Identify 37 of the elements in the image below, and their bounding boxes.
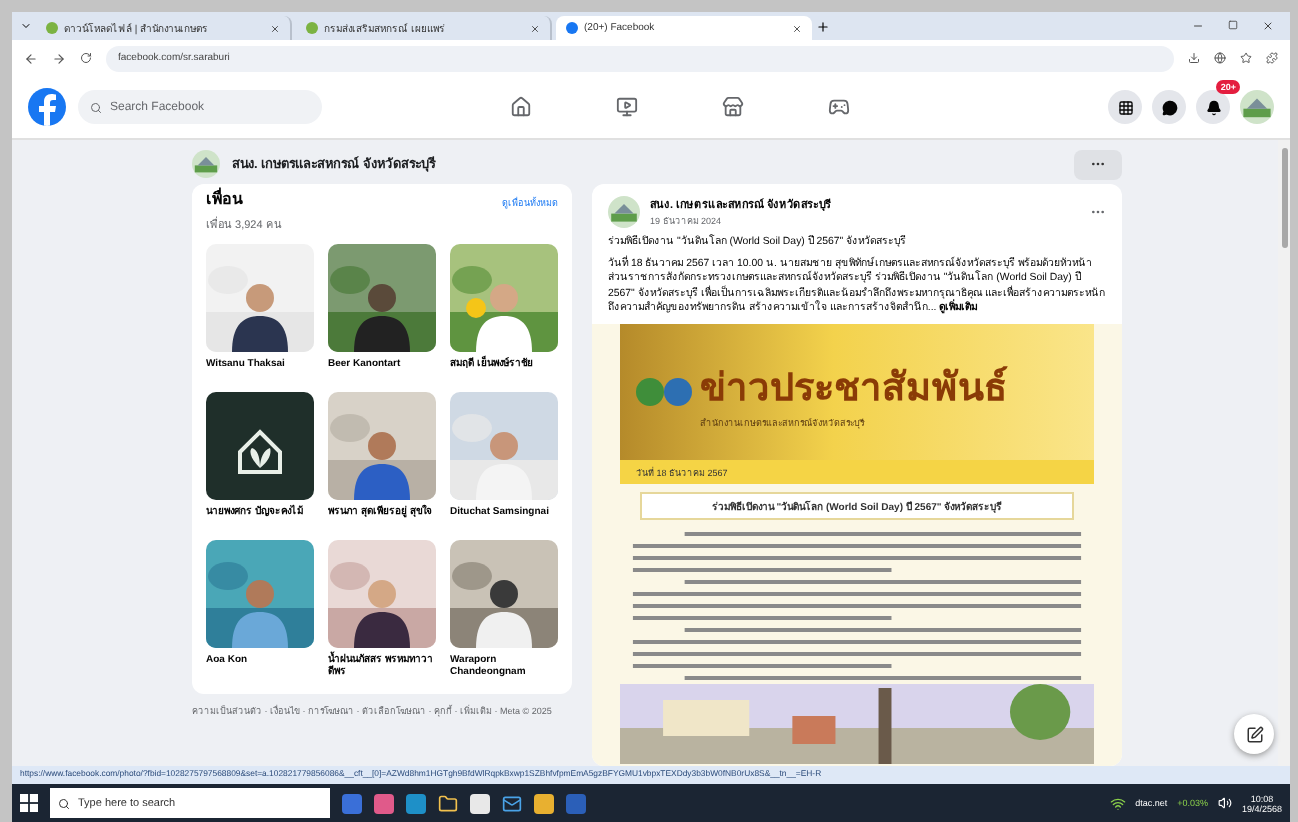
notifications-button[interactable] (1196, 90, 1230, 124)
page-avatar (192, 150, 220, 178)
download-icon[interactable] (1188, 52, 1200, 64)
mail-icon[interactable] (502, 793, 522, 813)
folder-icon[interactable] (438, 793, 458, 813)
marketplace-icon[interactable] (722, 96, 744, 118)
gaming-icon[interactable] (828, 96, 850, 118)
tab-list-icon[interactable] (20, 20, 32, 32)
facebook-logo-icon[interactable] (28, 88, 66, 126)
signal-icon (1109, 795, 1126, 811)
grid-icon (1117, 99, 1133, 115)
bell-icon (1205, 99, 1221, 115)
chat-bubble-icon (1161, 99, 1177, 115)
new-tab-icon[interactable] (816, 19, 830, 33)
friends-heading: เพื่อน (206, 190, 242, 210)
video-icon[interactable] (616, 96, 638, 118)
new-message-button[interactable] (1234, 714, 1274, 754)
close-icon[interactable] (1262, 20, 1274, 32)
menu-button[interactable] (1108, 90, 1142, 124)
volume-icon[interactable] (1217, 796, 1232, 810)
page-avatar (608, 196, 640, 228)
extensions-icon[interactable] (1266, 52, 1278, 64)
page-avatar (1240, 90, 1274, 124)
start-icon[interactable] (20, 794, 38, 812)
home-icon[interactable] (510, 96, 532, 118)
messenger-button[interactable] (1152, 90, 1186, 124)
compose-icon (1245, 725, 1263, 743)
emblem-icon (636, 376, 692, 409)
search-icon (90, 101, 102, 113)
reload-icon[interactable] (80, 52, 92, 64)
poster-headline: ข่าวประชาสัมพันธ์ (700, 364, 1008, 414)
forward-icon[interactable] (52, 51, 66, 65)
back-icon[interactable] (24, 51, 38, 65)
translate-icon[interactable] (1214, 52, 1226, 64)
maximize-icon[interactable] (1228, 20, 1238, 30)
bookmark-icon[interactable] (1240, 52, 1252, 64)
search-icon (58, 797, 70, 809)
